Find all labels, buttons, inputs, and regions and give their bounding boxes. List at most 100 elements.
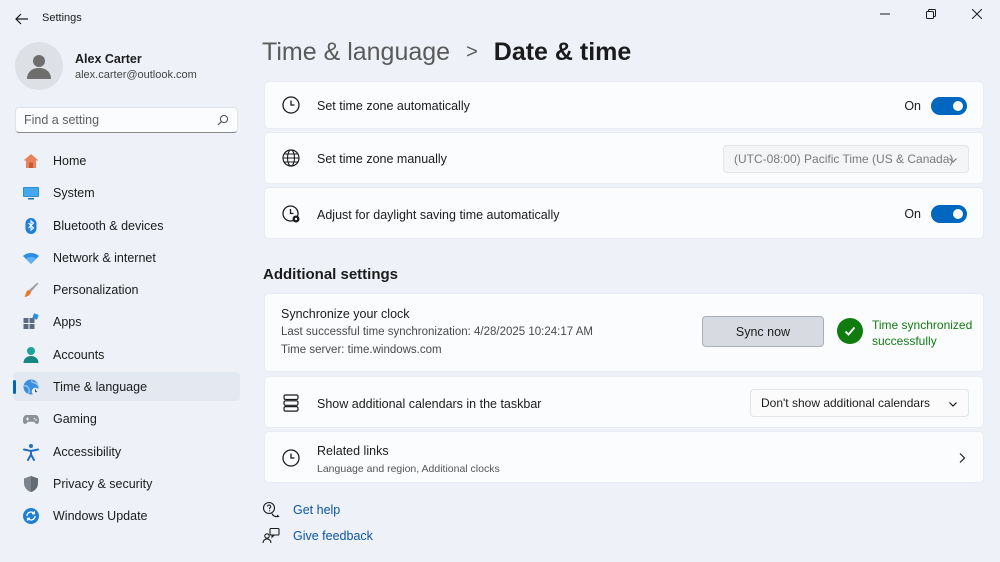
- search-icon[interactable]: [217, 114, 229, 126]
- sidebar-item-system[interactable]: System: [13, 178, 240, 207]
- sidebar-item-gaming[interactable]: Gaming: [13, 404, 240, 433]
- sidebar-item-personalization[interactable]: Personalization: [13, 275, 240, 304]
- sidebar-item-accessibility[interactable]: Accessibility: [13, 437, 240, 466]
- sidebar-item-apps[interactable]: Apps: [13, 307, 240, 336]
- sidebar-item-label: Gaming: [53, 412, 97, 427]
- setting-manual-timezone: Set time zone manually (UTC-08:00) Pacif…: [264, 132, 984, 184]
- sidebar-item-windows-update[interactable]: Windows Update: [13, 501, 240, 530]
- sync-clock-card: Synchronize your clock Last successful t…: [264, 293, 984, 372]
- setting-auto-timezone: Set time zone automatically On: [264, 81, 984, 129]
- restore-icon: [926, 9, 936, 19]
- wifi-icon: [22, 249, 40, 267]
- auto-timezone-toggle-group: On: [904, 97, 967, 115]
- gamepad-icon: [22, 410, 40, 428]
- give-feedback-link[interactable]: Give feedback: [262, 527, 373, 545]
- sidebar-item-label: Bluetooth & devices: [53, 218, 164, 233]
- clock-icon: [281, 95, 301, 115]
- sync-title: Synchronize your clock: [281, 307, 410, 321]
- setting-label: Set time zone automatically: [317, 99, 470, 113]
- checkmark-icon: [837, 318, 863, 344]
- sidebar-item-network[interactable]: Network & internet: [13, 243, 240, 272]
- breadcrumb: Time & language > Date & time: [262, 38, 631, 67]
- clock-dst-icon: [281, 204, 301, 224]
- minimize-button[interactable]: [862, 0, 908, 28]
- bluetooth-icon: [22, 217, 40, 235]
- sidebar-item-time-language[interactable]: Time & language: [13, 372, 240, 402]
- sidebar-item-bluetooth[interactable]: Bluetooth & devices: [13, 211, 240, 240]
- globe-clock-icon: [22, 378, 40, 396]
- chevron-down-icon: [949, 158, 957, 163]
- accounts-icon: [22, 346, 40, 364]
- related-links-subtitle: Language and region, Additional clocks: [317, 463, 500, 475]
- related-links-title: Related links: [317, 444, 389, 458]
- profile-email: alex.carter@outlook.com: [75, 69, 197, 81]
- sidebar-item-label: Time & language: [53, 380, 148, 395]
- globe-icon: [281, 148, 301, 168]
- sidebar-item-label: Apps: [53, 315, 82, 330]
- timezone-dropdown[interactable]: (UTC-08:00) Pacific Time (US & Canada): [723, 145, 969, 173]
- get-help-label: Get help: [293, 503, 341, 517]
- sidebar-item-label: Accounts: [53, 347, 105, 362]
- breadcrumb-parent[interactable]: Time & language: [262, 38, 450, 67]
- home-icon: [22, 152, 40, 170]
- help-chat-icon: [262, 501, 280, 519]
- close-button[interactable]: [954, 0, 1000, 28]
- auto-timezone-toggle[interactable]: [931, 97, 967, 115]
- toggle-state-text: On: [904, 99, 921, 113]
- close-icon: [972, 9, 982, 19]
- maximize-button[interactable]: [908, 0, 954, 28]
- daylight-toggle-group: On: [904, 205, 967, 223]
- back-arrow-icon: [15, 13, 28, 25]
- setting-label: Adjust for daylight saving time automati…: [317, 208, 560, 222]
- app-title: Settings: [42, 12, 82, 24]
- breadcrumb-separator: >: [466, 41, 478, 63]
- update-icon: [22, 507, 40, 525]
- dropdown-value: (UTC-08:00) Pacific Time (US & Canada): [734, 152, 954, 166]
- sidebar-item-label: Accessibility: [53, 444, 122, 459]
- system-icon: [22, 184, 40, 202]
- sync-status-text: Time synchronized successfully: [872, 318, 973, 348]
- clock-icon: [281, 448, 301, 468]
- sidebar-item-label: System: [53, 186, 95, 201]
- person-icon: [27, 55, 51, 79]
- title-bar: Settings: [0, 0, 1000, 38]
- get-help-link[interactable]: Get help: [262, 501, 340, 519]
- feedback-icon: [262, 527, 280, 545]
- toggle-state-text: On: [904, 207, 921, 221]
- sidebar-item-privacy[interactable]: Privacy & security: [13, 469, 240, 498]
- section-title: Additional settings: [263, 266, 398, 283]
- setting-label: Set time zone manually: [317, 152, 447, 166]
- apps-icon: [22, 313, 40, 331]
- minimize-icon: [880, 13, 890, 15]
- setting-additional-calendars: Show additional calendars in the taskbar…: [264, 376, 984, 428]
- last-sync-text: Last successful time synchronization: 4/…: [281, 326, 593, 338]
- page-title: Date & time: [493, 38, 632, 66]
- dropdown-value: Don't show additional calendars: [761, 396, 931, 410]
- setting-daylight-saving: Adjust for daylight saving time automati…: [264, 187, 984, 239]
- back-button[interactable]: [12, 9, 32, 29]
- search-box: [15, 107, 238, 133]
- search-input[interactable]: [24, 111, 209, 129]
- sidebar-item-label: Network & internet: [53, 250, 156, 265]
- setting-label: Show additional calendars in the taskbar: [317, 397, 542, 411]
- window-controls: [862, 0, 1000, 28]
- chevron-down-icon: [949, 402, 957, 407]
- sidebar-item-home[interactable]: Home: [13, 146, 240, 175]
- avatar: [15, 42, 63, 90]
- user-profile[interactable]: Alex Carter alex.carter@outlook.com: [15, 42, 245, 92]
- sidebar-item-label: Home: [53, 154, 87, 168]
- shield-icon: [22, 475, 40, 493]
- sidebar-nav: Home System Bluetooth & devices Network …: [13, 146, 240, 534]
- sync-now-button[interactable]: Sync now: [702, 316, 824, 347]
- calendar-list-icon: [281, 393, 301, 413]
- sidebar-item-label: Windows Update: [53, 509, 148, 524]
- calendars-dropdown[interactable]: Don't show additional calendars: [750, 389, 969, 417]
- daylight-toggle[interactable]: [931, 205, 967, 223]
- give-feedback-label: Give feedback: [293, 529, 373, 543]
- sidebar-item-accounts[interactable]: Accounts: [13, 340, 240, 369]
- related-links-card[interactable]: Related links Language and region, Addit…: [264, 431, 984, 483]
- profile-name: Alex Carter: [75, 52, 142, 66]
- time-server-text: Time server: time.windows.com: [281, 344, 442, 356]
- sidebar-item-label: Personalization: [53, 283, 139, 298]
- accessibility-icon: [22, 443, 40, 461]
